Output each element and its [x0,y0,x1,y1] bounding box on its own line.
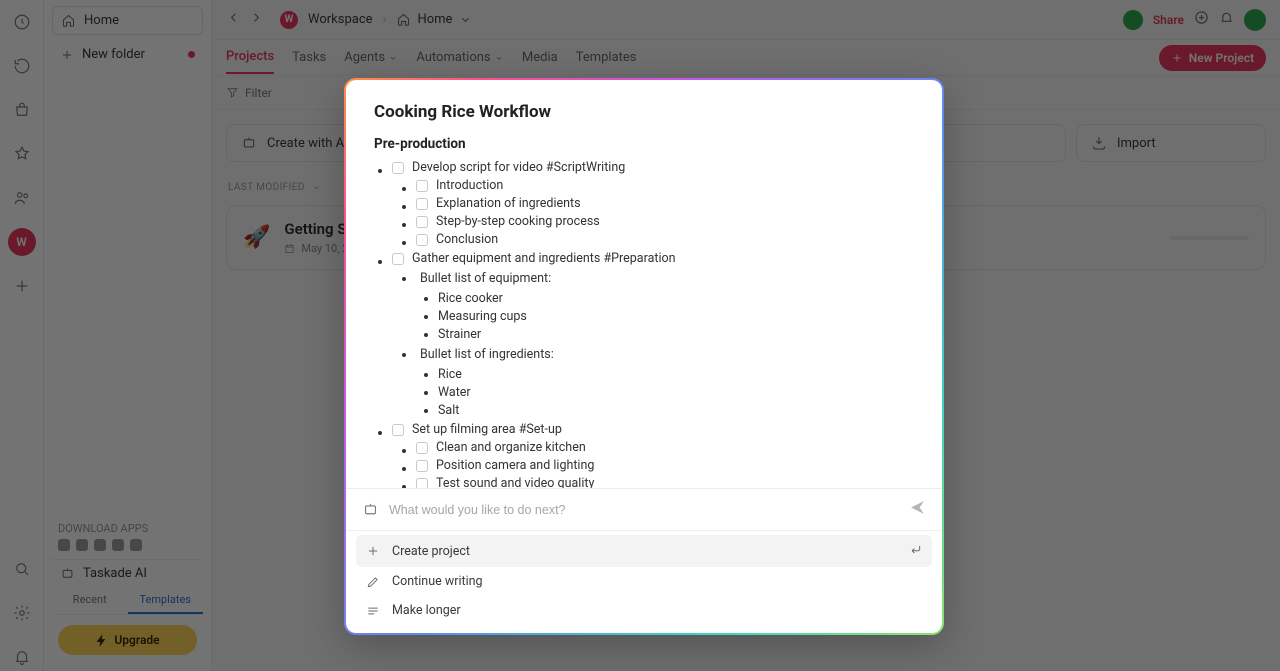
action-create-project[interactable]: Create project [356,535,932,567]
action-continue-writing[interactable]: Continue writing [356,567,932,596]
subtask-text: Test sound and video quality [436,476,594,488]
equipment-item: Rice cooker [438,291,914,306]
subtask-text: Position camera and lighting [436,458,594,473]
equipment-item: Measuring cups [438,309,914,324]
equipment-item: Strainer [438,327,914,342]
section-preproduction: Pre-production [374,136,914,152]
modal-content[interactable]: Cooking Rice Workflow Pre-production Dev… [346,80,942,488]
checkbox[interactable] [416,180,428,192]
checkbox[interactable] [416,478,428,489]
ingredient-item: Rice [438,367,914,382]
checkbox[interactable] [416,460,428,472]
next-action-input[interactable] [389,503,899,517]
subtask-text: Explanation of ingredients [436,196,581,211]
checkbox[interactable] [392,424,404,436]
modal-title: Cooking Rice Workflow [374,102,914,122]
list-label: Bullet list of equipment: [416,269,914,288]
ai-modal: Cooking Rice Workflow Pre-production Dev… [344,78,944,635]
task-text: Gather equipment and ingredients #Prepar… [412,251,676,266]
send-button[interactable] [909,499,926,520]
action-make-longer[interactable]: Make longer [356,596,932,625]
checkbox[interactable] [416,234,428,246]
subtask-text: Introduction [436,178,503,193]
checkbox[interactable] [416,216,428,228]
list-label: Bullet list of ingredients: [416,345,914,364]
checkbox[interactable] [416,198,428,210]
checkbox[interactable] [392,253,404,265]
subtask-text: Conclusion [436,232,498,247]
enter-icon [908,542,922,560]
ingredient-item: Salt [438,403,914,418]
task-text: Set up filming area #Set-up [412,422,562,437]
modal-input-row [346,488,942,530]
lines-icon [366,604,380,618]
ingredient-item: Water [438,385,914,400]
subtask-text: Clean and organize kitchen [436,440,586,455]
modal-actions: Create project Continue writing Make lon… [346,530,942,633]
checkbox[interactable] [416,442,428,454]
robot-icon [362,501,379,518]
task-text: Develop script for video #ScriptWriting [412,160,625,175]
pencil-icon [366,575,380,589]
plus-icon [366,544,380,558]
subtask-text: Step-by-step cooking process [436,214,600,229]
checkbox[interactable] [392,162,404,174]
